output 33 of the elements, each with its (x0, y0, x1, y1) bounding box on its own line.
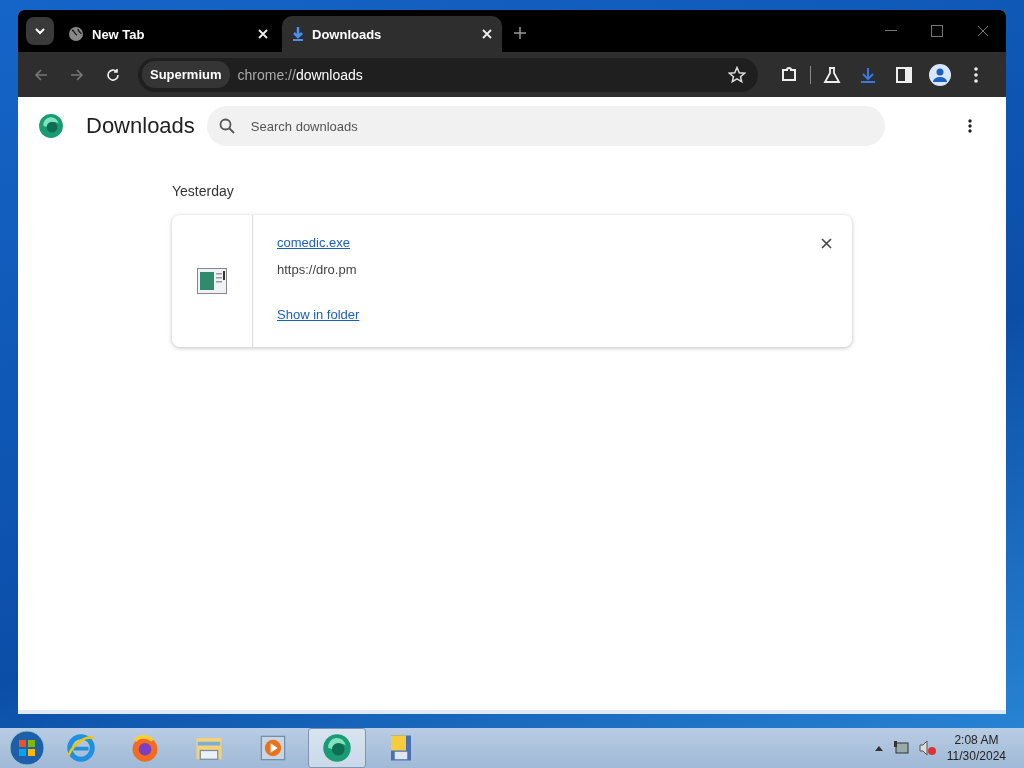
file-link[interactable]: comedic.exe (277, 235, 350, 250)
address-bar[interactable]: Supermium chrome://downloads (138, 57, 758, 92)
more-options-icon[interactable] (968, 119, 972, 133)
search-field[interactable]: Search downloads (206, 106, 885, 146)
download-icon (292, 26, 304, 42)
site-chip[interactable]: Supermium (142, 61, 230, 88)
program-file-icon (197, 268, 227, 294)
muted-speaker-icon[interactable] (918, 740, 937, 756)
star-icon[interactable] (728, 65, 746, 84)
close-tab-icon[interactable] (258, 29, 268, 39)
show-in-folder-link[interactable]: Show in folder (277, 307, 360, 322)
url-text: chrome://downloads (237, 66, 364, 83)
media-player-icon[interactable] (259, 734, 287, 762)
date-heading: Yesterday (172, 183, 235, 199)
browser-tab[interactable]: Downloads (282, 16, 502, 52)
page-title: Downloads (86, 113, 195, 139)
app-logo (38, 113, 64, 139)
browser-tab[interactable]: New Tab (58, 16, 278, 52)
clock[interactable]: 2:08 AM 11/30/2024 (946, 732, 1006, 764)
taskbar-button[interactable] (308, 728, 366, 768)
chevron-down-icon (34, 25, 46, 37)
tab-search-button[interactable] (26, 17, 54, 45)
source-url: https://dro.pm (277, 262, 357, 277)
close-tab-icon[interactable] (482, 29, 492, 39)
network-icon[interactable] (892, 740, 909, 756)
globe-icon (68, 26, 84, 42)
remove-icon[interactable] (821, 238, 832, 249)
show-hidden-icons-icon[interactable] (874, 745, 883, 751)
browser-icon (322, 733, 352, 763)
new-tab-icon[interactable] (514, 27, 526, 39)
start-button[interactable] (8, 729, 46, 767)
search-icon (218, 118, 235, 134)
firefox-icon[interactable] (130, 733, 160, 763)
